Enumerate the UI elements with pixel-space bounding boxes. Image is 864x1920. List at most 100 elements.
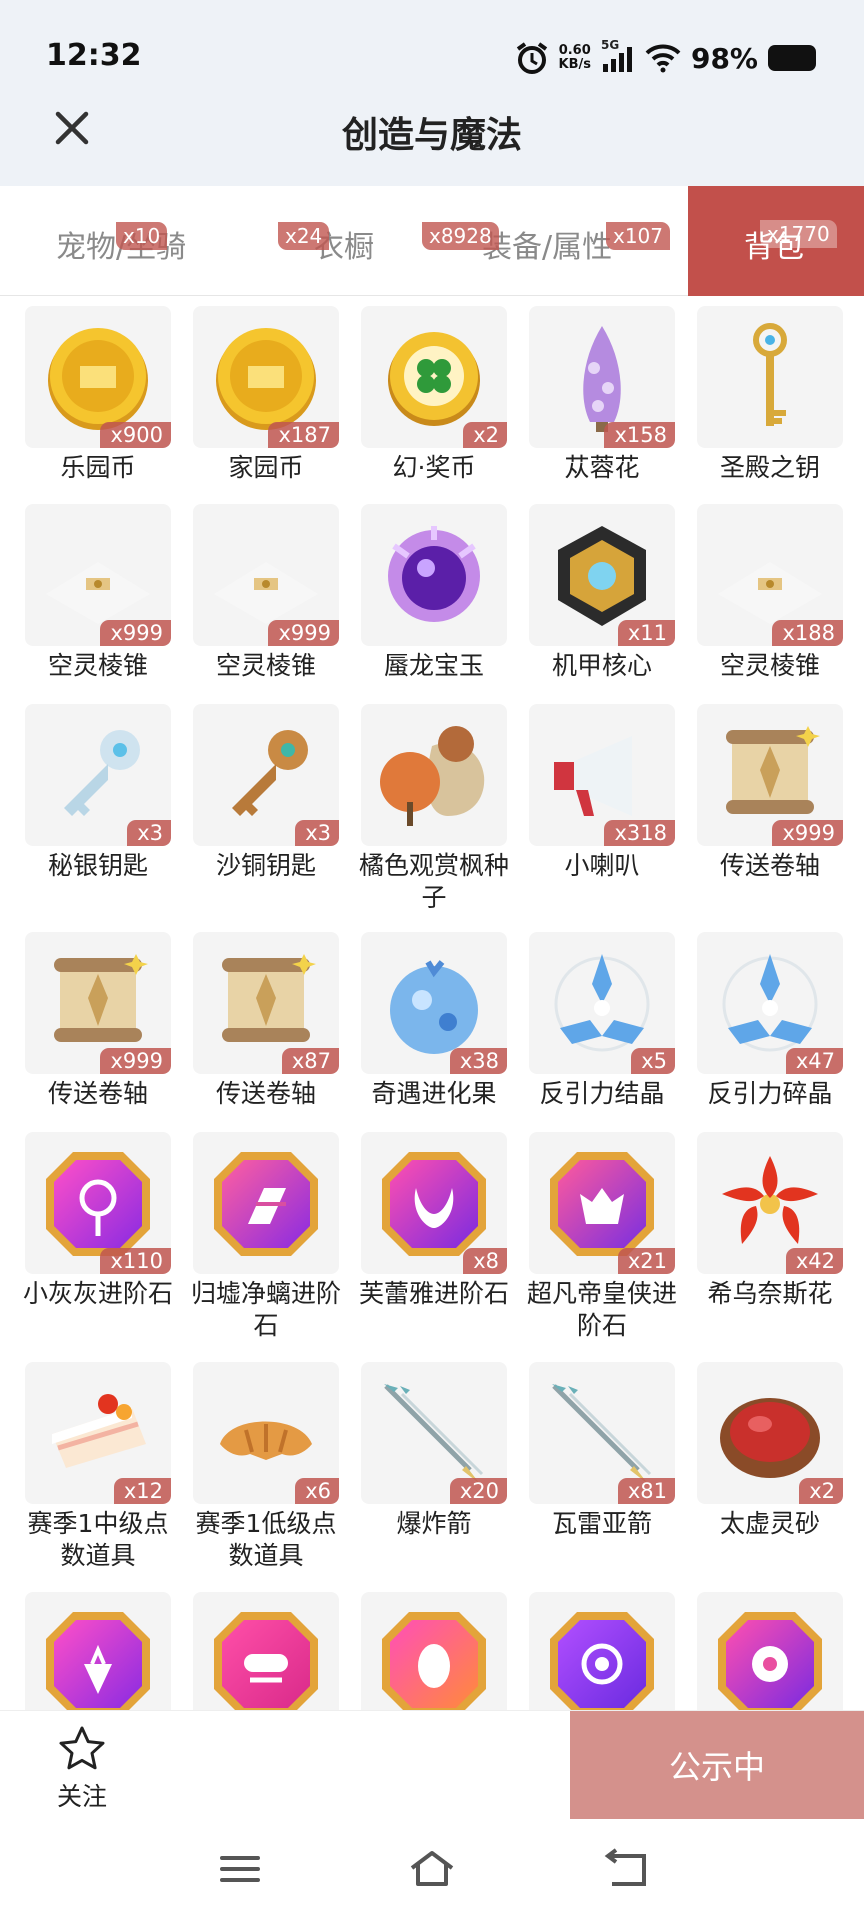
tab-badge: x24 xyxy=(278,222,330,250)
inventory-item[interactable]: 圣殿之钥 xyxy=(689,296,857,526)
flower-gem-icon xyxy=(718,1612,822,1710)
inventory-item[interactable]: x318 小喇叭 xyxy=(521,694,689,924)
inventory-item[interactable]: x158 苁蓉花 xyxy=(521,296,689,526)
item-count-badge: x81 xyxy=(617,1478,675,1504)
inventory-item[interactable]: x42 希乌奈斯花 xyxy=(689,1122,857,1352)
inventory-item[interactable]: x999 空灵棱锥 xyxy=(185,494,353,724)
item-thumbnail: x21 xyxy=(529,1132,675,1274)
item-name: 归墟净螭进阶石 xyxy=(190,1279,341,1340)
inventory-item[interactable] xyxy=(353,1582,521,1710)
inventory-item[interactable]: x187 家园币 xyxy=(185,296,353,526)
purple-flower-icon xyxy=(583,326,621,432)
item-name: 瓦雷亚箭 xyxy=(551,1509,652,1538)
blue-fruit-icon xyxy=(390,960,478,1054)
purple-orb-icon xyxy=(388,526,480,622)
alarm-icon xyxy=(516,42,547,74)
inventory-item[interactable]: x2 幻·奖币 xyxy=(353,296,521,526)
inventory-item[interactable]: x110 小灰灰进阶石 xyxy=(17,1122,185,1352)
bronze-key-icon xyxy=(232,730,308,816)
item-thumbnail xyxy=(25,1592,171,1710)
item-name: 爆炸箭 xyxy=(396,1509,472,1538)
item-count-badge: x87 xyxy=(281,1048,339,1074)
home-button[interactable] xyxy=(408,1848,456,1890)
inventory-item[interactable]: x6 赛季1低级点数道具 xyxy=(185,1352,353,1582)
item-name: 赛季1中级点数道具 xyxy=(27,1509,169,1570)
item-thumbnail: x6 xyxy=(193,1362,339,1504)
tab-badge: x1770 xyxy=(760,220,837,248)
item-thumbnail xyxy=(697,306,843,448)
battery-icon xyxy=(768,45,816,71)
item-name: 小灰灰进阶石 xyxy=(22,1279,173,1308)
inventory-item[interactable] xyxy=(185,1582,353,1710)
tab-equipment[interactable]: 装备/属性 x8928 x107 xyxy=(420,186,671,296)
inventory-item[interactable] xyxy=(17,1582,185,1710)
inventory-item[interactable]: x38 奇遇进化果 xyxy=(353,922,521,1152)
tab-pets-mounts[interactable]: 宠物/坐骑 x10 xyxy=(0,186,186,296)
tab-wardrobe[interactable]: 衣橱 x24 xyxy=(240,186,400,296)
public-notice-button[interactable]: 公示中 xyxy=(570,1711,864,1819)
inventory-item[interactable]: x20 爆炸箭 xyxy=(353,1352,521,1582)
white-pyramid-icon xyxy=(718,562,822,624)
arrow-icon xyxy=(384,1384,484,1484)
item-count-badge: x999 xyxy=(100,1048,171,1074)
cake-icon xyxy=(52,1394,146,1468)
horns-gem-icon xyxy=(382,1152,486,1256)
item-thumbnail: x158 xyxy=(529,306,675,448)
inventory-item[interactable]: 归墟净螭进阶石 xyxy=(185,1122,353,1352)
inventory-item[interactable]: 蜃龙宝玉 xyxy=(353,494,521,724)
battery-percent: 98% xyxy=(690,41,758,75)
item-name: 圣殿之钥 xyxy=(719,453,820,482)
item-thumbnail xyxy=(361,1592,507,1710)
inventory-item[interactable]: 橘色观赏枫种子 xyxy=(353,694,521,924)
inventory-item[interactable] xyxy=(521,1582,689,1710)
inventory-item[interactable]: x21 超凡帝皇侠进阶石 xyxy=(521,1122,689,1352)
inventory-item[interactable] xyxy=(689,1582,857,1710)
item-name: 幻·奖币 xyxy=(392,453,476,482)
inventory-item[interactable]: x2 太虚灵砂 xyxy=(689,1352,857,1582)
item-name: 芙蕾雅进阶石 xyxy=(358,1279,509,1308)
inventory-item[interactable]: x47 反引力碎晶 xyxy=(689,922,857,1152)
inventory-item[interactable]: x999 传送卷轴 xyxy=(17,922,185,1152)
item-count-badge: x188 xyxy=(772,620,843,646)
item-thumbnail: x2 xyxy=(697,1362,843,1504)
red-sand-bowl-icon xyxy=(720,1398,820,1478)
item-count-badge: x999 xyxy=(772,820,843,846)
star-icon xyxy=(59,1726,105,1770)
item-count-badge: x6 xyxy=(295,1478,339,1504)
follow-button[interactable]: 关注 xyxy=(40,1725,124,1815)
status-icons: 0.60 KB/s 5G 98% xyxy=(515,38,816,76)
menu-button[interactable] xyxy=(216,1848,264,1890)
gold-coin-icon xyxy=(216,328,316,430)
inventory-item[interactable]: x900 乐园币 xyxy=(17,296,185,526)
item-name: 超凡帝皇侠进阶石 xyxy=(526,1279,677,1340)
inventory-item[interactable]: x999 传送卷轴 xyxy=(689,694,857,924)
back-button[interactable] xyxy=(602,1848,650,1890)
inventory-item[interactable]: x3 秘银钥匙 xyxy=(17,694,185,924)
inventory-item[interactable]: x12 赛季1中级点数道具 xyxy=(17,1352,185,1582)
item-thumbnail xyxy=(193,1592,339,1710)
inventory-item[interactable]: x3 沙铜钥匙 xyxy=(185,694,353,924)
inventory-item[interactable]: x87 传送卷轴 xyxy=(185,922,353,1152)
item-count-badge: x47 xyxy=(785,1048,843,1074)
item-name: 传送卷轴 xyxy=(719,851,820,880)
item-thumbnail xyxy=(361,504,507,646)
tab-backpack[interactable]: 背包 x1770 xyxy=(688,186,864,296)
item-grid: x900 乐园币 x187 家园币 x2 幻·奖币 x158 苁蓉花 圣殿之钥 x999 空灵棱锥 x… xyxy=(0,296,864,1710)
item-thumbnail: x47 xyxy=(697,932,843,1074)
item-count-badge: x3 xyxy=(127,820,171,846)
item-name: 空灵棱锥 xyxy=(215,651,316,680)
net-speed: 0.60 KB/s xyxy=(558,43,591,72)
item-count-badge: x8 xyxy=(463,1248,507,1274)
scroll-icon xyxy=(222,954,316,1042)
item-count-badge: x42 xyxy=(785,1248,843,1274)
item-thumbnail xyxy=(361,704,507,846)
inventory-item[interactable]: x5 反引力结晶 xyxy=(521,922,689,1152)
inventory-item[interactable]: x8 芙蕾雅进阶石 xyxy=(353,1122,521,1352)
inventory-item[interactable]: x188 空灵棱锥 xyxy=(689,494,857,724)
item-name: 反引力碎晶 xyxy=(707,1079,833,1108)
inventory-item[interactable]: x11 机甲核心 xyxy=(521,494,689,724)
silver-key-icon xyxy=(64,730,140,816)
inventory-item[interactable]: x81 瓦雷亚箭 xyxy=(521,1352,689,1582)
title-bar: 创造与魔法 xyxy=(0,90,864,186)
inventory-item[interactable]: x999 空灵棱锥 xyxy=(17,494,185,724)
